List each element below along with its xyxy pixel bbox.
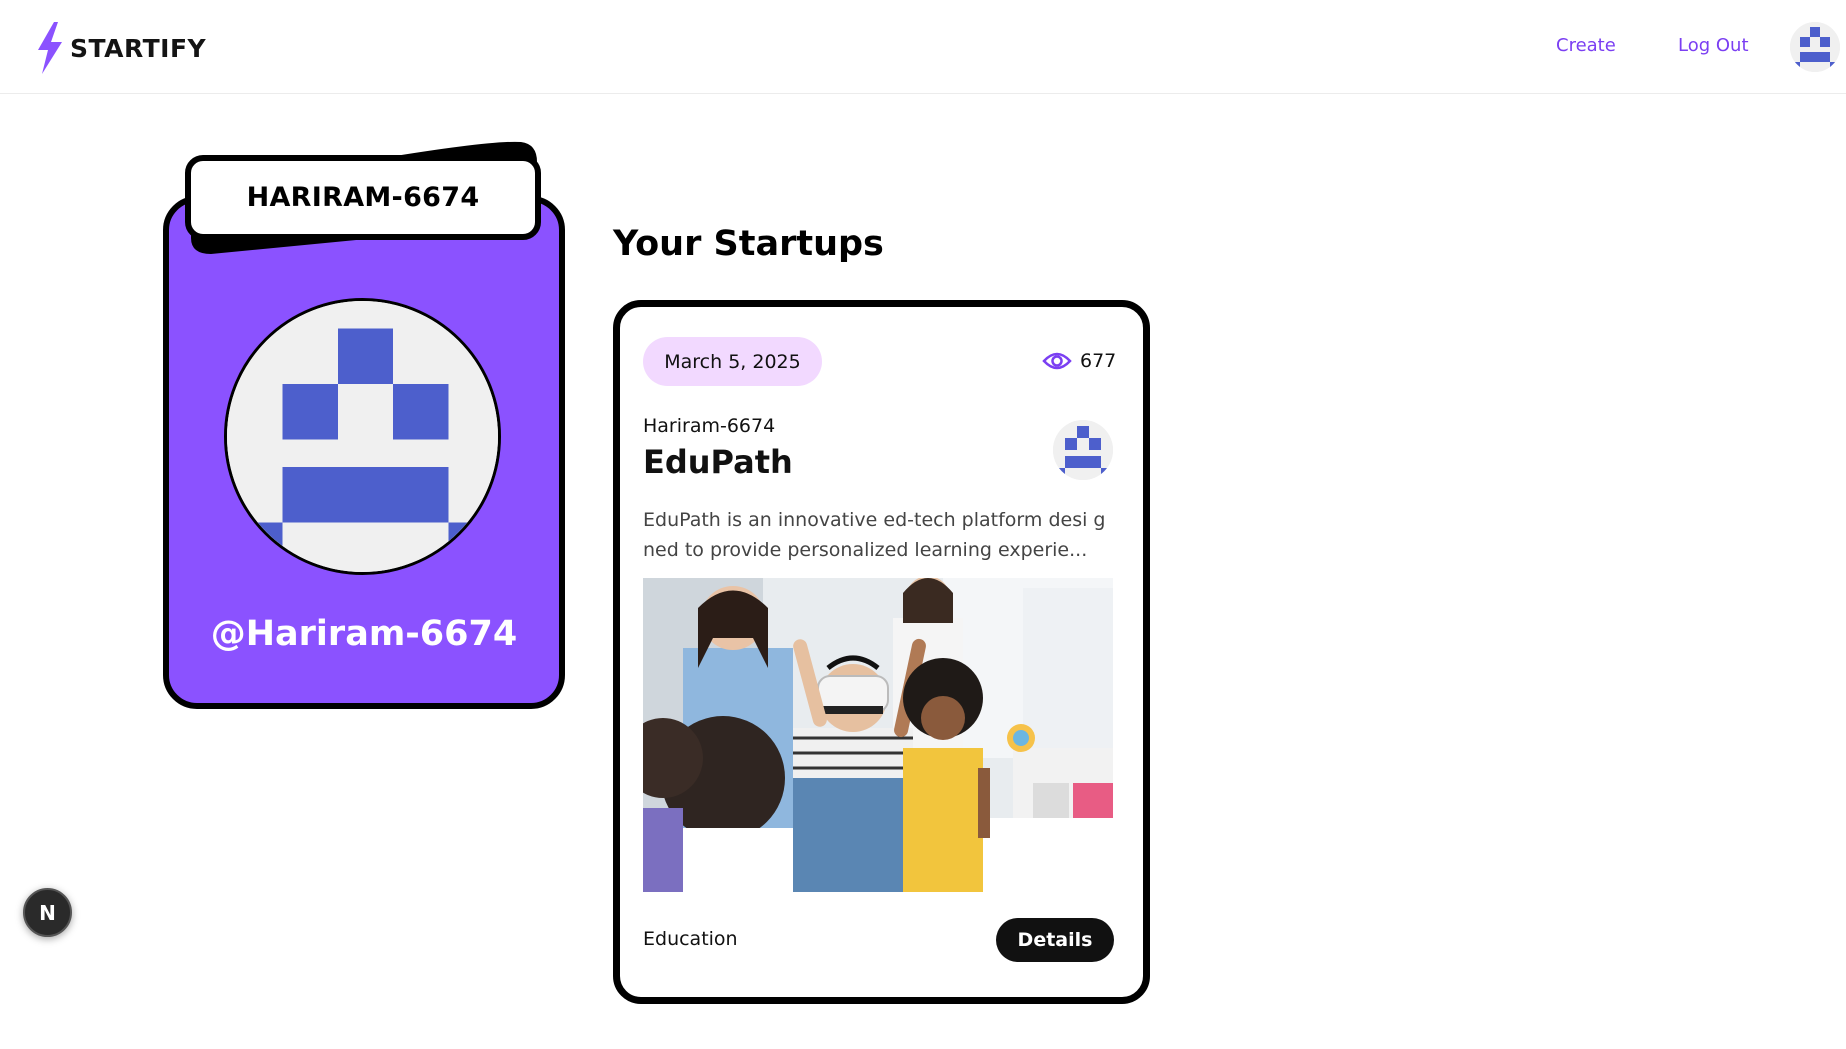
nextjs-dev-badge[interactable]: N (23, 888, 72, 937)
create-link[interactable]: Create (1556, 35, 1616, 56)
startup-image[interactable] (643, 578, 1113, 892)
nextjs-icon: N (39, 900, 56, 925)
navbar: STARTIFY Create Log Out (0, 0, 1846, 94)
profile-avatar (224, 298, 501, 575)
logout-link[interactable]: Log Out (1678, 35, 1749, 56)
user-avatar[interactable] (1790, 22, 1840, 72)
details-button[interactable]: Details (996, 918, 1114, 962)
profile-name: HARIRAM-6674 (246, 182, 480, 213)
classroom-photo (643, 578, 1113, 892)
startup-title[interactable]: EduPath (643, 443, 793, 481)
startup-category[interactable]: Education (643, 928, 738, 950)
identicon-icon (227, 301, 498, 572)
section-title: Your Startups (613, 224, 884, 264)
logo-text: STARTIFY (70, 33, 207, 63)
eye-icon (1042, 352, 1072, 370)
profile-handle: @Hariram-6674 (210, 614, 518, 654)
author-avatar[interactable] (1053, 420, 1113, 480)
startup-description: EduPath is an innovative ed-tech platfor… (643, 509, 1106, 561)
identicon-icon (1053, 420, 1113, 480)
logo[interactable]: STARTIFY (34, 22, 206, 74)
date-badge: March 5, 2025 (643, 337, 822, 386)
profile-name-tag: HARIRAM-6674 (185, 155, 541, 240)
view-count-value: 677 (1080, 350, 1117, 372)
startup-author[interactable]: Hariram-6674 (643, 415, 775, 437)
view-count: 677 (1042, 349, 1116, 373)
lightning-bolt-icon (38, 22, 62, 74)
identicon-icon (1790, 22, 1840, 72)
